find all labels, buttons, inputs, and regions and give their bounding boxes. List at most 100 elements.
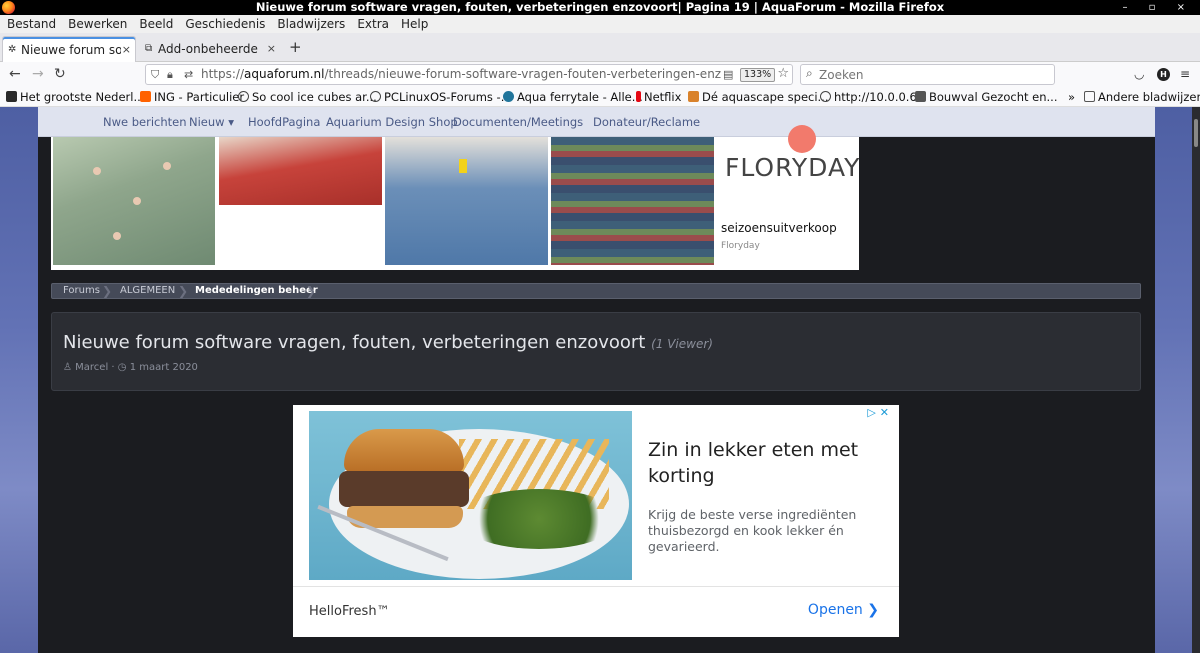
aquascape-icon <box>688 91 699 102</box>
bookmarks-bar: Het grootste Nederl... ING - Particulier… <box>0 87 1200 107</box>
ad-food-image[interactable] <box>309 411 632 580</box>
menu-bladwijzers[interactable]: Bladwijzers <box>270 15 350 33</box>
bookmark-item[interactable]: So cool ice cubes ar... <box>238 87 377 107</box>
tab-strip: ✲ Nieuwe forum software vragen × ⧉ Add-o… <box>0 33 1200 62</box>
ing-icon <box>140 91 151 102</box>
menu-beeld[interactable]: Beeld <box>132 15 178 33</box>
reader-view-icon[interactable]: ▤ <box>723 67 733 83</box>
bookmarks-overflow-icon[interactable]: » <box>1068 87 1075 107</box>
burger-patty <box>339 471 469 507</box>
url-bar[interactable]: ⛉ 🔒︎ ⇄ https://aquaforum.nl/threads/nieu… <box>145 64 793 85</box>
necklace-tassel <box>459 159 467 173</box>
menu-hamburger-icon[interactable]: ≡ <box>1180 66 1190 83</box>
menu-bewerken[interactable]: Bewerken <box>61 15 132 33</box>
breadcrumb-algemeen[interactable]: ALGEMEEN <box>120 284 175 298</box>
bookmark-star-icon[interactable]: ☆ <box>777 66 789 81</box>
floryday-logo: FLORYDAY <box>725 153 861 182</box>
zoom-level-badge[interactable]: 133% <box>740 68 776 82</box>
bookmark-item[interactable]: http://10.0.0.6/ <box>820 87 921 107</box>
search-input[interactable] <box>819 66 1049 83</box>
floryday-dot-icon <box>788 125 816 153</box>
bookmark-item[interactable]: Dé aquascape speci... <box>688 87 829 107</box>
hellofresh-ad[interactable]: ▷✕ Zin in lekker eten met korting Krijg … <box>293 405 899 637</box>
salad <box>459 489 619 549</box>
reload-button[interactable]: ↻ <box>54 65 66 84</box>
ad-open-button[interactable]: Openen ❯ <box>808 602 879 618</box>
forum-site: Nwe berichten Nieuw ▾ HoofdPagina Aquari… <box>38 107 1155 653</box>
bookmark-item[interactable]: ING - Particulier <box>140 87 244 107</box>
lock-icon[interactable]: 🔒︎ <box>167 67 173 83</box>
tab-label: Nieuwe forum software vragen <box>21 43 121 57</box>
menu-help[interactable]: Help <box>394 15 433 33</box>
window-title: Nieuwe forum software vragen, fouten, ve… <box>255 0 945 14</box>
flower-pattern <box>113 232 121 240</box>
new-tab-button[interactable]: + <box>289 34 302 60</box>
subnav-new-posts[interactable]: Nwe berichten <box>103 107 187 137</box>
folder-icon <box>1084 91 1095 102</box>
page-scrollbar[interactable] <box>1192 107 1200 653</box>
forum-icon: ✲ <box>8 44 17 55</box>
subnav-documents[interactable]: Documenten/Meetings <box>453 107 583 137</box>
product-image-sweater[interactable] <box>551 137 714 265</box>
tab-forum[interactable]: ✲ Nieuwe forum software vragen × <box>2 36 136 62</box>
subnav-donateur[interactable]: Donateur/Reclame <box>593 107 700 137</box>
breadcrumb-separator-icon: ❯ <box>178 284 189 298</box>
ad-headline[interactable]: Zin in lekker eten met korting <box>648 437 878 489</box>
shield-icon[interactable]: ⛉ <box>151 67 159 83</box>
close-icon[interactable]: × <box>267 36 276 62</box>
ad-brand-name: Floryday <box>721 241 760 251</box>
floryday-panel[interactable]: FLORYDAY seizoensuitverkoop Floryday <box>717 125 861 270</box>
thread-header: Nieuwe forum software vragen, fouten, ve… <box>51 312 1141 391</box>
scrollbar-thumb[interactable] <box>1194 119 1198 147</box>
bookmark-item[interactable]: Aqua ferrytale - Alle... <box>503 87 643 107</box>
subnav-home[interactable]: HoofdPagina <box>248 107 320 137</box>
bookmark-item[interactable]: PCLinuxOS-Forums -... <box>370 87 512 107</box>
close-icon[interactable]: × <box>122 37 131 63</box>
url-text[interactable]: https://aquaforum.nl/threads/nieuwe-foru… <box>201 65 721 84</box>
permissions-icon[interactable]: ⇄ <box>184 67 193 83</box>
tab-label: Add-onbeheerder <box>158 42 258 56</box>
search-icon: ⌕ <box>806 66 813 80</box>
menu-geschiedenis[interactable]: Geschiedenis <box>178 15 270 33</box>
menu-bestand[interactable]: Bestand <box>0 15 61 33</box>
menu-extra[interactable]: Extra <box>350 15 394 33</box>
pocket-icon[interactable]: ◡ <box>1134 66 1144 83</box>
burger-bun <box>344 429 464 473</box>
ad-advertiser: HelloFresh™ <box>309 604 390 619</box>
window-controls[interactable]: – ▫ × <box>1122 0 1194 15</box>
bookmark-item[interactable]: Netflix <box>636 87 681 107</box>
ad-sale-text: seizoensuitverkoop <box>721 221 837 235</box>
bookmark-item[interactable]: Bouwval Gezocht en... <box>915 87 1058 107</box>
bookmark-item[interactable]: Het grootste Nederl... <box>6 87 144 107</box>
breadcrumb-current[interactable]: Mededelingen beheer <box>195 284 318 298</box>
wordpress-icon <box>503 91 514 102</box>
account-icon[interactable]: H <box>1157 68 1170 81</box>
thread-author[interactable]: Marcel <box>75 362 108 373</box>
breadcrumb-forums[interactable]: Forums <box>63 284 100 298</box>
meta-separator: · <box>111 362 115 373</box>
product-image-shoes[interactable] <box>219 137 382 205</box>
page-viewport: Nwe berichten Nieuw ▾ HoofdPagina Aquari… <box>0 107 1200 653</box>
globe-icon <box>238 91 249 102</box>
subnav-new[interactable]: Nieuw ▾ <box>189 107 234 137</box>
flower-pattern <box>163 162 171 170</box>
search-bar[interactable]: ⌕ <box>800 64 1055 85</box>
product-image-denim-dress[interactable] <box>385 137 548 265</box>
clock-icon: ◷ <box>117 362 127 373</box>
flower-pattern <box>133 197 141 205</box>
breadcrumb-separator-icon: ❯ <box>102 284 113 298</box>
thread-date[interactable]: 1 maart 2020 <box>130 362 198 373</box>
subnav-shop[interactable]: Aquarium Design Shop <box>326 107 458 137</box>
window-titlebar: Nieuwe forum software vragen, fouten, ve… <box>0 0 1200 15</box>
puzzle-icon: ⧉ <box>145 43 153 54</box>
product-image-dress[interactable] <box>53 137 215 265</box>
adchoices-icon[interactable]: ▷✕ <box>867 406 893 419</box>
globe-icon <box>370 91 381 102</box>
back-button[interactable]: ← <box>9 65 21 84</box>
user-icon: ♙ <box>63 362 72 373</box>
fashion-ad[interactable]: FLORYDAY seizoensuitverkoop Floryday <box>51 125 861 270</box>
tab-addons[interactable]: ⧉ Add-onbeheerder × <box>140 36 280 62</box>
netflix-icon <box>636 91 641 102</box>
other-bookmarks[interactable]: Andere bladwijzers <box>1084 87 1200 107</box>
forward-button[interactable]: → <box>32 65 44 84</box>
